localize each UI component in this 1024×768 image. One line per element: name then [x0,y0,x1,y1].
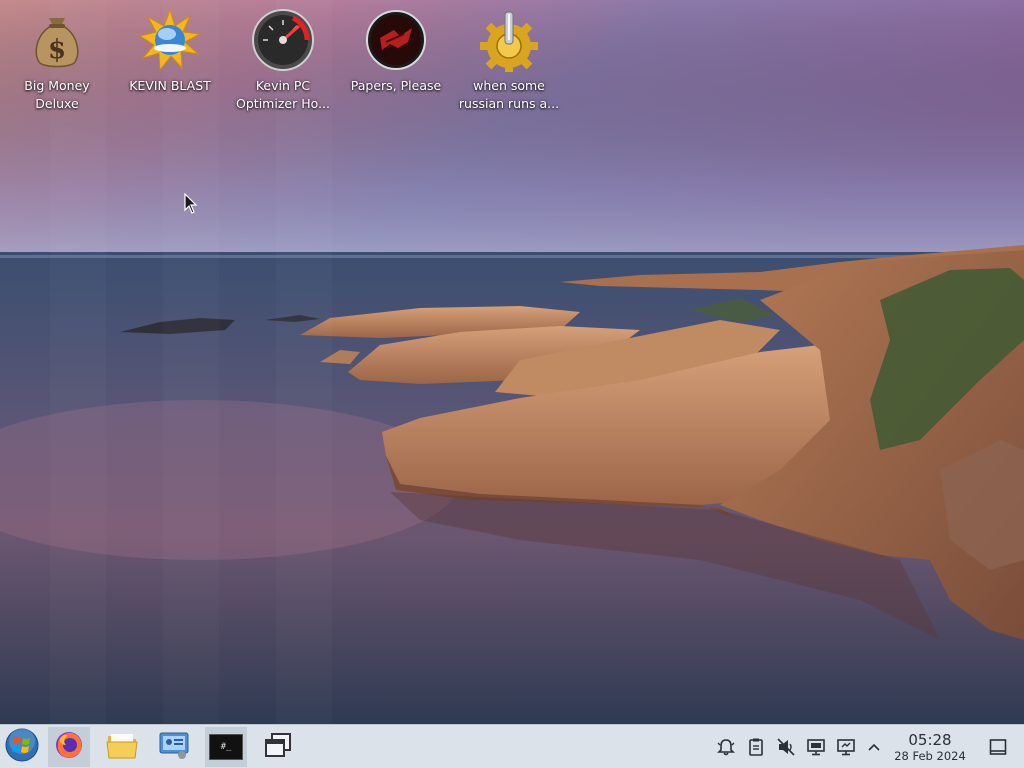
start-menu-button[interactable] [1,727,43,767]
desktop-icon-kevin-pc-optimizer[interactable]: Kevin PC Optimizer Ho... [228,8,338,113]
window-switcher-button[interactable] [257,727,299,767]
network-icon[interactable] [836,737,856,757]
terminal-button[interactable]: #_ [205,727,247,767]
clock-time: 05:28 [908,731,952,749]
desktop-icon-when-some-russian-runs[interactable]: when some russian runs a... [454,8,564,113]
mouse-pointer-icon [184,192,198,219]
money-bag-icon: $ [25,8,89,72]
tray-expand-icon[interactable] [864,737,884,757]
firefox-button[interactable] [48,727,90,767]
globe-burst-icon [138,8,202,72]
desktop-icon-big-money-deluxe[interactable]: $ Big Money Deluxe [2,8,112,113]
control-panel-icon [158,730,190,764]
file-manager-button[interactable] [101,727,143,767]
windows-overlap-icon [263,731,293,763]
display-icon[interactable] [806,737,826,757]
gear-joystick-icon [477,8,541,75]
volume-muted-icon[interactable] [776,737,796,757]
terminal-prompt-text: #_ [220,741,232,752]
desktop-icon-label: KEVIN BLAST [129,78,211,93]
folder-icon [106,730,138,764]
system-settings-button[interactable] [153,727,195,767]
clock-date: 28 Feb 2024 [894,749,966,763]
taskbar-clock[interactable]: 05:28 28 Feb 2024 [886,732,974,764]
papers-please-icon [364,8,428,72]
taskbar: #_ 05:28 28 Feb 2024 [0,724,1024,768]
desktop-icon-label: Kevin PC Optimizer Ho... [236,78,330,111]
clipboard-icon[interactable] [746,737,766,757]
show-desktop-icon[interactable] [988,737,1008,757]
windows-orb-icon [5,728,39,766]
desktop-icon-label: Big Money Deluxe [24,78,90,111]
speedometer-icon [251,8,315,72]
desktop-icon-label: Papers, Please [350,78,442,93]
firefox-icon [54,730,84,764]
desktop-icon-kevin-blast[interactable]: KEVIN BLAST [115,8,225,95]
desktop-icon-label: when some russian runs a... [458,78,560,111]
svg-text:$: $ [48,35,66,65]
desktop-icon-papers-please[interactable]: Papers, Please [341,8,451,95]
notifications-icon[interactable] [716,737,736,757]
terminal-icon: #_ [209,734,243,760]
